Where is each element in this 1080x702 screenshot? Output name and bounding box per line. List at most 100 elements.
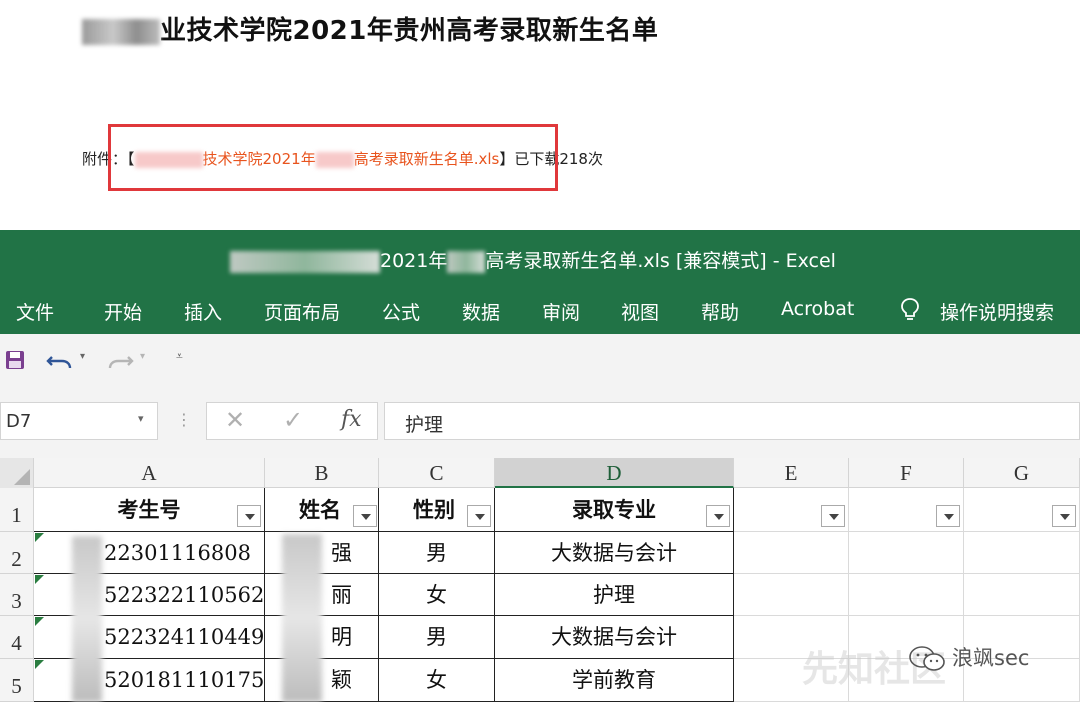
student-name: 丽	[331, 583, 352, 607]
cell-d3[interactable]: 护理	[495, 574, 734, 616]
redacted-block	[447, 250, 486, 273]
header-exam-id: 考生号	[117, 497, 181, 522]
screenshot-root: 业技术学院2021年贵州高考录取新生名单 附件：【 技术学院2021年 高考录取新生…	[0, 0, 1080, 702]
customize-toolbar-icon[interactable]: ⩡	[176, 349, 183, 364]
cell-g3[interactable]	[964, 574, 1080, 616]
column-header-a[interactable]: A	[34, 458, 265, 488]
tab-review[interactable]: 审阅	[542, 298, 580, 325]
article-title: 业技术学院2021年贵州高考录取新生名单	[82, 10, 658, 47]
tab-home[interactable]: 开始	[104, 298, 142, 325]
wechat-account-name: 浪飒sec	[952, 646, 1030, 670]
cell-c3[interactable]: 女	[379, 574, 495, 616]
gender: 女	[426, 668, 447, 692]
lightbulb-icon	[901, 298, 919, 320]
filter-dropdown-b[interactable]	[353, 505, 377, 527]
tab-data[interactable]: 数据	[462, 298, 500, 325]
error-indicator-icon[interactable]	[35, 660, 44, 669]
redo-icon[interactable]	[104, 348, 134, 374]
row-header-2[interactable]: 2	[0, 532, 34, 574]
column-header-d[interactable]: D	[495, 458, 734, 488]
cell-a3[interactable]: 522322110562	[34, 574, 265, 616]
row-header-5[interactable]: 5	[0, 659, 34, 702]
save-icon[interactable]	[4, 349, 26, 371]
excel-title-prefix: 2021年	[380, 250, 448, 272]
column-header-g[interactable]: G	[964, 458, 1080, 488]
cell-a2[interactable]: 22301116808	[34, 532, 265, 574]
name-box-value: D7	[6, 411, 32, 432]
wechat-badge: 浪飒sec	[908, 642, 1029, 673]
row-header-3[interactable]: 3	[0, 574, 34, 616]
cancel-entry-icon[interactable]: ✕	[225, 406, 245, 434]
redo-dropdown-icon[interactable]: ▾	[140, 351, 145, 362]
tab-insert[interactable]: 插入	[184, 298, 222, 325]
cell-d2[interactable]: 大数据与会计	[495, 532, 734, 574]
cell-a5[interactable]: 520181110175	[34, 659, 265, 702]
major: 护理	[593, 583, 635, 607]
exam-id: 22301116808	[104, 541, 251, 565]
cell-a4[interactable]: 522324110449	[34, 616, 265, 659]
name-box[interactable]: D7	[0, 402, 158, 440]
cell-g2[interactable]	[964, 532, 1080, 574]
student-name: 颖	[331, 668, 352, 692]
filter-dropdown-c[interactable]	[467, 505, 491, 527]
formula-buttons: ✕ ✓ fx	[206, 402, 378, 440]
gender: 男	[426, 541, 447, 565]
column-header-b[interactable]: B	[265, 458, 379, 488]
formula-input[interactable]: 护理	[384, 402, 1080, 440]
highlight-box	[108, 124, 558, 191]
cell-e3[interactable]	[734, 574, 849, 616]
row-header-1[interactable]: 1	[0, 488, 34, 532]
cell-c5[interactable]: 女	[379, 659, 495, 702]
chevron-down-icon[interactable]: ▾	[138, 412, 144, 425]
redacted-block	[282, 534, 322, 702]
column-header-c[interactable]: C	[379, 458, 495, 488]
filter-dropdown-g[interactable]	[1052, 505, 1076, 527]
column-header-e[interactable]: E	[734, 458, 849, 488]
undo-icon[interactable]	[46, 348, 76, 374]
grip-dots-icon: ⋮	[176, 410, 192, 429]
cell-e2[interactable]	[734, 532, 849, 574]
filter-dropdown-a[interactable]	[237, 505, 261, 527]
cell-d1[interactable]: 录取专业	[495, 488, 734, 532]
cell-d5[interactable]: 学前教育	[495, 659, 734, 702]
exam-id: 520181110175	[104, 668, 265, 692]
student-name: 强	[331, 541, 352, 565]
cell-a1[interactable]: 考生号	[34, 488, 265, 532]
formula-value: 护理	[405, 414, 444, 436]
filter-dropdown-e[interactable]	[821, 505, 845, 527]
cell-f2[interactable]	[849, 532, 964, 574]
insert-function-icon[interactable]: fx	[341, 407, 362, 432]
header-name: 姓名	[299, 497, 341, 522]
error-indicator-icon[interactable]	[35, 533, 44, 542]
cell-f3[interactable]	[849, 574, 964, 616]
tell-me-search[interactable]: 操作说明搜索	[940, 298, 1054, 325]
filter-dropdown-d[interactable]	[706, 505, 730, 527]
select-all-corner[interactable]	[0, 458, 34, 488]
gender: 女	[426, 583, 447, 607]
tab-help[interactable]: 帮助	[701, 298, 739, 325]
tab-formulas[interactable]: 公式	[382, 298, 420, 325]
exam-id: 522324110449	[104, 625, 265, 649]
tab-view[interactable]: 视图	[621, 298, 659, 325]
redacted-block	[82, 18, 160, 45]
major: 大数据与会计	[551, 541, 677, 565]
excel-title-suffix: 高考录取新生名单.xls [兼容模式] - Excel	[485, 250, 836, 272]
major: 学前教育	[572, 668, 656, 692]
tab-page-layout[interactable]: 页面布局	[264, 298, 340, 325]
row-header-4[interactable]: 4	[0, 616, 34, 659]
student-name: 明	[331, 625, 352, 649]
tab-file[interactable]: 文件	[16, 298, 54, 325]
tab-acrobat[interactable]: Acrobat	[781, 298, 854, 320]
filter-dropdown-f[interactable]	[936, 505, 960, 527]
cell-d4[interactable]: 大数据与会计	[495, 616, 734, 659]
column-header-f[interactable]: F	[849, 458, 964, 488]
error-indicator-icon[interactable]	[35, 575, 44, 584]
header-major: 录取专业	[572, 497, 656, 522]
error-indicator-icon[interactable]	[35, 617, 44, 626]
excel-window-title: 2021年 高考录取新生名单.xls [兼容模式] - Excel	[230, 246, 836, 273]
undo-dropdown-icon[interactable]: ▾	[80, 351, 85, 362]
cell-c2[interactable]: 男	[379, 532, 495, 574]
cell-c4[interactable]: 男	[379, 616, 495, 659]
article-title-text: 业技术学院2021年贵州高考录取新生名单	[160, 16, 659, 46]
confirm-entry-icon[interactable]: ✓	[283, 406, 303, 434]
